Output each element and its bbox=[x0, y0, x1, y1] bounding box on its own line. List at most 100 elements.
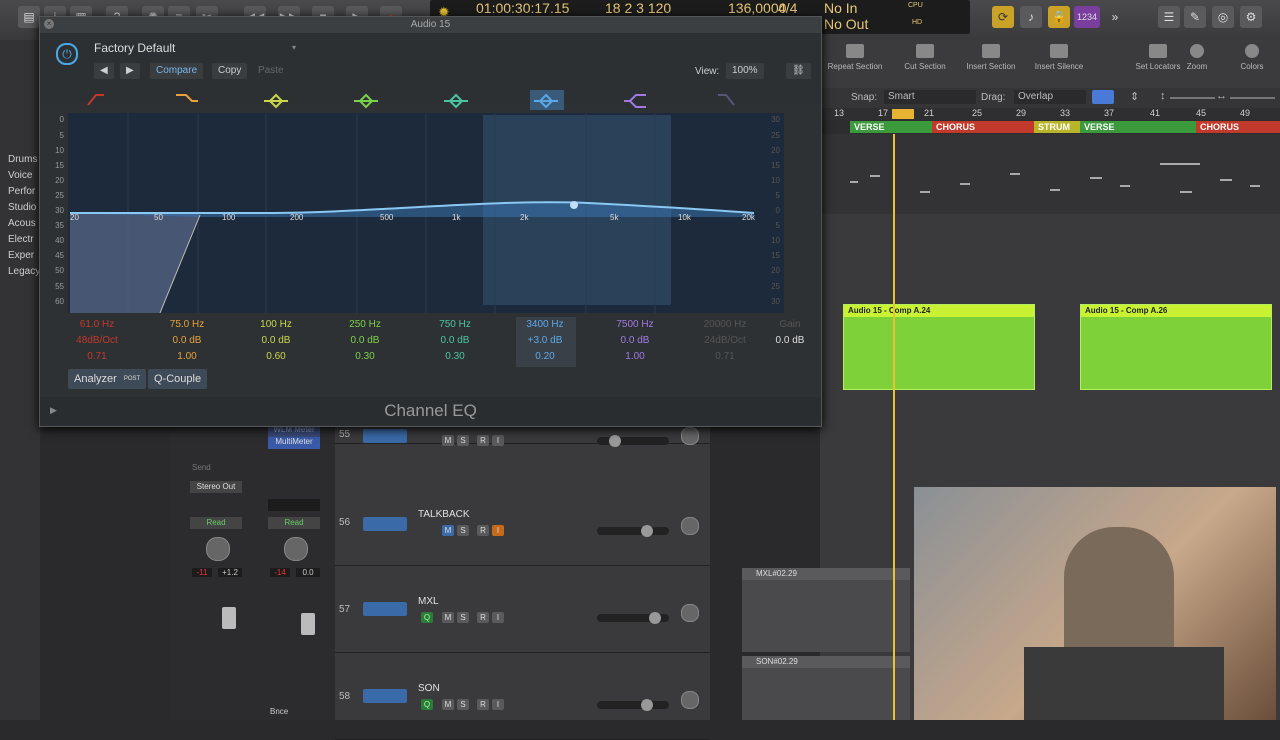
band-6-freq[interactable]: 3400 Hz bbox=[510, 319, 580, 330]
audio-region-mxl[interactable]: MXL#02.29 bbox=[742, 568, 910, 652]
band-1-freq[interactable]: 61.0 Hz bbox=[62, 319, 132, 330]
marker-strum[interactable]: STRUM bbox=[1034, 121, 1082, 133]
track-volume-slider[interactable] bbox=[597, 699, 669, 711]
band-5-freq[interactable]: 750 Hz bbox=[420, 319, 490, 330]
volume-fader[interactable] bbox=[222, 607, 236, 629]
band-1-q[interactable]: 0.71 bbox=[62, 351, 132, 362]
input-monitor-button[interactable]: I bbox=[492, 435, 504, 446]
repeat-section-button[interactable]: Repeat Section bbox=[820, 44, 890, 71]
bounce-button[interactable]: Bnce bbox=[270, 707, 288, 716]
band-3-gain[interactable]: 0.0 dB bbox=[241, 335, 311, 346]
bell-band-2-icon[interactable] bbox=[354, 93, 378, 109]
library-item[interactable]: Legacy bbox=[8, 266, 40, 277]
q-couple-button[interactable]: Q-Couple bbox=[148, 369, 208, 389]
master-gain-value[interactable]: 0.0 dB bbox=[764, 335, 816, 346]
high-shelf-icon[interactable] bbox=[624, 94, 646, 108]
track-volume-slider[interactable] bbox=[597, 612, 669, 624]
band-7-freq[interactable]: 7500 Hz bbox=[600, 319, 670, 330]
library-item[interactable]: Drums bbox=[8, 154, 37, 165]
horizontal-zoom-icon[interactable]: ↔ bbox=[1216, 90, 1227, 102]
track-name[interactable]: TALKBACK bbox=[418, 509, 470, 520]
quick-swipe-button[interactable]: Q bbox=[421, 612, 433, 623]
band-7-q[interactable]: 1.00 bbox=[600, 351, 670, 362]
compare-button[interactable]: Compare bbox=[150, 63, 204, 79]
marker-chorus[interactable]: CHORUS bbox=[1196, 121, 1280, 133]
track-volume-slider[interactable] bbox=[597, 435, 669, 447]
band-3-q[interactable]: 0.60 bbox=[241, 351, 311, 362]
input-monitor-button[interactable]: I bbox=[492, 612, 504, 623]
audio-region[interactable]: Audio 15 - Comp A.24 bbox=[843, 304, 1035, 390]
band-2-q[interactable]: 1.00 bbox=[152, 351, 222, 362]
read-button[interactable]: R bbox=[477, 525, 489, 536]
band-8-freq[interactable]: 20000 Hz bbox=[690, 319, 760, 330]
solo-button[interactable]: S bbox=[457, 699, 469, 710]
analyzer-button[interactable]: Analyzer POST bbox=[68, 369, 147, 389]
output-slot-empty[interactable] bbox=[268, 499, 320, 511]
pan-knob[interactable] bbox=[206, 537, 230, 561]
copy-button[interactable]: Copy bbox=[212, 63, 248, 79]
band-4-gain[interactable]: 0.0 dB bbox=[330, 335, 400, 346]
input-monitor-button[interactable]: I bbox=[492, 525, 504, 536]
marker-chorus[interactable]: CHORUS bbox=[932, 121, 1036, 133]
audio-region[interactable]: Audio 15 - Comp A.26 bbox=[1080, 304, 1272, 390]
send-label[interactable]: Send bbox=[192, 463, 211, 472]
band-2-freq[interactable]: 75.0 Hz bbox=[152, 319, 222, 330]
plugin-title-bar[interactable]: × Audio 15 bbox=[40, 17, 821, 33]
track-name[interactable]: MXL bbox=[418, 596, 439, 607]
bell-band-1-icon[interactable] bbox=[264, 93, 288, 109]
high-cut-icon[interactable] bbox=[718, 94, 735, 106]
tuner-button-icon[interactable]: ♪ bbox=[1020, 6, 1042, 28]
mute-button[interactable]: M bbox=[442, 612, 454, 623]
solo-button[interactable]: S bbox=[457, 612, 469, 623]
track-row[interactable]: 58 SON Q M S R I bbox=[335, 653, 710, 740]
solo-button[interactable]: S bbox=[457, 525, 469, 536]
browser-icon[interactable]: ⚙ bbox=[1240, 6, 1262, 28]
band-4-q[interactable]: 0.30 bbox=[330, 351, 400, 362]
mute-button[interactable]: M bbox=[442, 525, 454, 536]
waveform-zoom-icon[interactable] bbox=[1092, 90, 1114, 104]
track-row[interactable]: 57 MXL Q M S R I bbox=[335, 566, 710, 653]
count-in-button[interactable]: 1234 bbox=[1074, 6, 1100, 28]
preset-menu[interactable]: Factory Default ▾ bbox=[90, 39, 300, 57]
insert-section-button[interactable]: Insert Section bbox=[956, 44, 1026, 71]
track-name[interactable]: SON bbox=[418, 683, 440, 694]
bell-band-3-icon[interactable] bbox=[444, 93, 468, 109]
band-4-handle[interactable] bbox=[570, 201, 578, 209]
cycle-region[interactable] bbox=[892, 109, 914, 119]
colors-button[interactable]: Colors bbox=[1232, 44, 1272, 71]
track-row[interactable]: 56 TALKBACK M S R I bbox=[335, 479, 710, 566]
plugin-slot-multimeter[interactable]: MultiMeter bbox=[268, 437, 320, 449]
library-item[interactable]: Electr bbox=[8, 234, 34, 245]
marker-verse[interactable]: VERSE bbox=[1080, 121, 1198, 133]
track-pan-knob[interactable] bbox=[681, 517, 699, 535]
input-monitor-button[interactable]: I bbox=[492, 699, 504, 710]
track-height-icon[interactable]: ↕ bbox=[1160, 90, 1166, 102]
band-5-q[interactable]: 0.30 bbox=[420, 351, 490, 362]
library-item[interactable]: Perfor bbox=[8, 186, 35, 197]
band-8-slope[interactable]: 24dB/Oct bbox=[690, 335, 760, 346]
read-button[interactable]: R bbox=[477, 612, 489, 623]
band-2-gain[interactable]: 0.0 dB bbox=[152, 335, 222, 346]
audio-region-son[interactable]: SON#02.29 bbox=[742, 656, 910, 720]
loops-icon[interactable]: ◎ bbox=[1212, 6, 1234, 28]
cut-section-button[interactable]: Cut Section bbox=[890, 44, 960, 71]
band-1-slope[interactable]: 48dB/Oct bbox=[62, 335, 132, 346]
lock-icon[interactable]: 🔒 bbox=[1048, 6, 1070, 28]
paste-button[interactable]: Paste bbox=[252, 63, 290, 79]
library-item[interactable]: Acous bbox=[8, 218, 36, 229]
notes-icon[interactable]: ✎ bbox=[1184, 6, 1206, 28]
marker-verse[interactable]: VERSE bbox=[850, 121, 934, 133]
insert-silence-button[interactable]: Insert Silence bbox=[1024, 44, 1094, 71]
library-icon[interactable]: ▤ bbox=[18, 6, 40, 28]
power-icon[interactable]: ⏻ bbox=[56, 43, 78, 65]
link-icon[interactable]: ⛓ bbox=[786, 63, 811, 79]
track-pan-knob[interactable] bbox=[681, 691, 699, 709]
quick-swipe-button[interactable]: Q bbox=[421, 699, 433, 710]
output-slot[interactable]: Stereo Out bbox=[190, 481, 242, 493]
drag-select[interactable]: Overlap bbox=[1014, 90, 1086, 104]
mute-button[interactable]: M bbox=[442, 699, 454, 710]
horizontal-zoom-slider[interactable] bbox=[1230, 97, 1275, 99]
band-8-q[interactable]: 0.71 bbox=[690, 351, 760, 362]
close-icon[interactable]: × bbox=[44, 19, 54, 29]
bar-ruler[interactable]: 13 17 21 25 29 33 37 41 45 49 bbox=[820, 108, 1280, 120]
